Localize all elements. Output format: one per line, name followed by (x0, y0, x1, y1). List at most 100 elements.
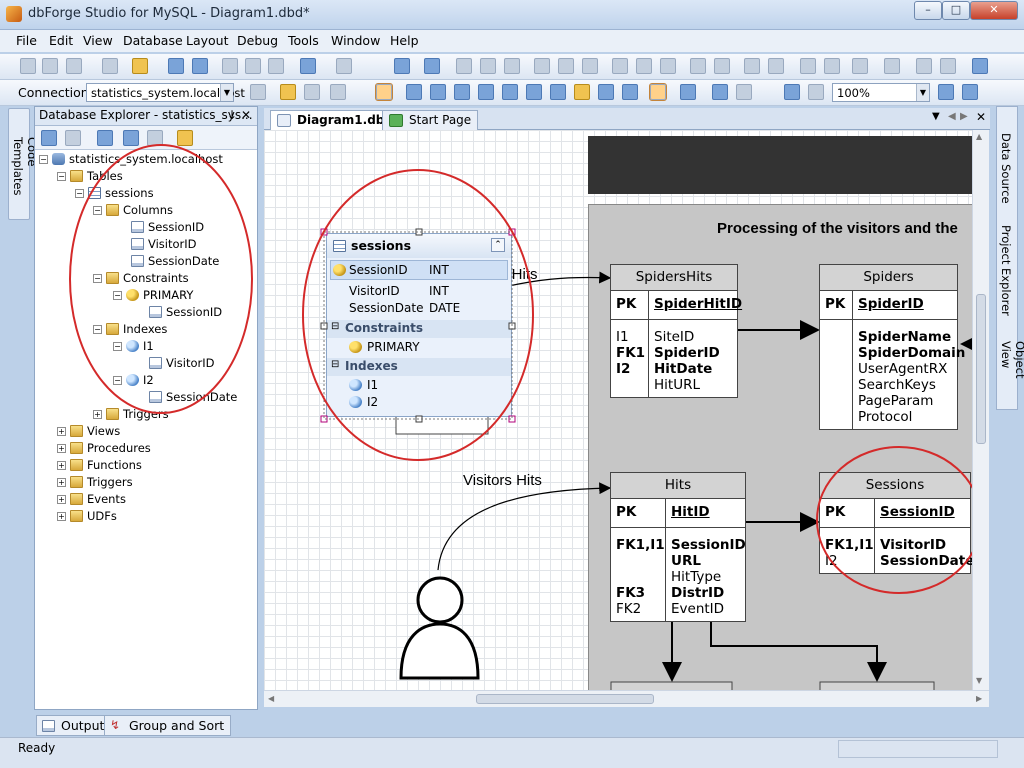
menu-tools[interactable]: Tools (288, 33, 319, 48)
save-all-icon[interactable] (192, 58, 208, 74)
new-view-icon[interactable] (430, 84, 446, 100)
tab-group-and-sort[interactable]: ↯ Group and Sort (104, 715, 232, 736)
tab-output[interactable]: Output (36, 715, 112, 736)
horizontal-scrollbar[interactable]: ◀ ▶ (264, 690, 989, 707)
same-height-icon[interactable] (636, 58, 652, 74)
relation-icon[interactable] (502, 84, 518, 100)
same-size-icon[interactable] (660, 58, 676, 74)
data-source-tab[interactable]: Data Source (999, 133, 1013, 204)
pin-icon[interactable] (250, 84, 266, 100)
menu-database[interactable]: Database (123, 33, 183, 48)
window-icon[interactable] (972, 58, 988, 74)
scroll-down-icon[interactable]: ▼ (976, 676, 982, 685)
pointer-tool-icon[interactable] (375, 83, 393, 101)
window-title: dbForge Studio for MySQL - Diagram1.dbd* (28, 6, 310, 21)
maximize-button[interactable]: □ (942, 1, 970, 20)
stamp-icon[interactable] (550, 84, 566, 100)
menu-help[interactable]: Help (390, 33, 419, 48)
new-procedure-icon[interactable] (454, 84, 470, 100)
tab-list-icon[interactable]: ▼ (932, 111, 940, 122)
scroll-left-icon[interactable]: ◀ (268, 694, 274, 703)
zoom-select[interactable]: 100% ▼ (832, 83, 930, 102)
bottom-tabs: Output ↯ Group and Sort (34, 713, 994, 737)
align-left-icon[interactable] (456, 58, 472, 74)
refresh-object-icon[interactable] (304, 84, 320, 100)
unlock-icon[interactable] (940, 58, 956, 74)
tab-close-icon[interactable]: ✕ (976, 110, 986, 124)
hspace-icon[interactable] (690, 58, 706, 74)
vspace-icon[interactable] (714, 58, 730, 74)
tab-scroll-left-icon[interactable]: ◀ (948, 111, 956, 122)
sql-icon[interactable] (20, 58, 36, 74)
container-icon[interactable] (526, 84, 542, 100)
new-file-icon[interactable] (102, 58, 118, 74)
vertical-scroll-thumb[interactable] (976, 294, 986, 444)
menu-window[interactable]: Window (331, 33, 380, 48)
chevron-down-icon: ▼ (916, 84, 929, 101)
align-middle-icon[interactable] (558, 58, 574, 74)
status-text: Ready (18, 741, 56, 755)
align-right-icon[interactable] (504, 58, 520, 74)
stop-icon[interactable] (736, 84, 752, 100)
zoom-fit-icon[interactable] (784, 84, 800, 100)
scroll-up-icon[interactable]: ▲ (976, 132, 982, 141)
note-connector-icon[interactable] (649, 83, 667, 101)
edit-pencil-icon[interactable] (280, 84, 296, 100)
layout-tree-icon[interactable] (824, 58, 840, 74)
zoom-selection-icon[interactable] (808, 84, 824, 100)
scroll-right-icon[interactable]: ▶ (976, 694, 982, 703)
order-front-icon[interactable] (744, 58, 760, 74)
project-explorer-tab[interactable]: Project Explorer (999, 225, 1013, 316)
object-view-tab[interactable]: Object View (999, 341, 1024, 409)
align-bottom-icon[interactable] (582, 58, 598, 74)
paste-icon[interactable] (268, 58, 284, 74)
horizontal-scroll-thumb[interactable] (476, 694, 654, 704)
copy-icon[interactable] (245, 58, 261, 74)
menu-layout[interactable]: Layout (186, 33, 229, 48)
save-icon[interactable] (168, 58, 184, 74)
page-layout-icon[interactable] (394, 58, 410, 74)
code-templates-tab[interactable]: Code Templates (8, 108, 39, 220)
zoom-in-icon[interactable] (938, 84, 954, 100)
menu-debug[interactable]: Debug (237, 33, 278, 48)
cut-icon[interactable] (222, 58, 238, 74)
execute-icon[interactable] (330, 84, 346, 100)
group-icon[interactable] (852, 58, 868, 74)
menu-edit[interactable]: Edit (49, 33, 73, 48)
tab-start-page[interactable]: Start Page (382, 110, 479, 130)
tab-scroll-right-icon[interactable]: ▶ (960, 111, 968, 122)
note-icon[interactable] (574, 84, 590, 100)
menu-file[interactable]: File (16, 33, 37, 48)
print-preview-icon[interactable] (680, 84, 696, 100)
layout-grid-icon[interactable] (800, 58, 816, 74)
new-table-icon[interactable] (406, 84, 422, 100)
diagram-canvas[interactable]: Processing of the visitors and the s Hit… (264, 130, 972, 690)
connection-select[interactable]: statistics_system.localhost ▼ (86, 83, 245, 102)
new-function-icon[interactable] (478, 84, 494, 100)
undo-icon[interactable] (300, 58, 316, 74)
same-width-icon[interactable] (612, 58, 628, 74)
vertical-scrollbar[interactable]: ▲ ▼ (972, 130, 989, 690)
start-page-icon (389, 114, 403, 127)
menu-view[interactable]: View (83, 33, 113, 48)
right-side-tabs: Data Source Project Explorer Object View (996, 106, 1024, 410)
refresh-icon[interactable] (712, 84, 728, 100)
ungroup-icon[interactable] (884, 58, 900, 74)
align-top-icon[interactable] (534, 58, 550, 74)
order-back-icon[interactable] (768, 58, 784, 74)
fit-page-icon[interactable] (424, 58, 440, 74)
minimize-button[interactable]: – (914, 1, 942, 20)
zoom-value: 100% (837, 86, 870, 100)
actor-icon[interactable] (598, 84, 614, 100)
image-icon[interactable] (622, 84, 638, 100)
align-center-icon[interactable] (480, 58, 496, 74)
redo-icon[interactable] (336, 58, 352, 74)
table-editor-icon[interactable] (66, 58, 82, 74)
lock-icon[interactable] (916, 58, 932, 74)
open-folder-icon[interactable] (132, 58, 148, 74)
zoom-out-icon[interactable] (962, 84, 978, 100)
group-sort-icon: ↯ (110, 718, 121, 732)
new-query-icon[interactable] (42, 58, 58, 74)
close-button[interactable]: ✕ (970, 1, 1018, 20)
diagram-icon (277, 114, 291, 127)
